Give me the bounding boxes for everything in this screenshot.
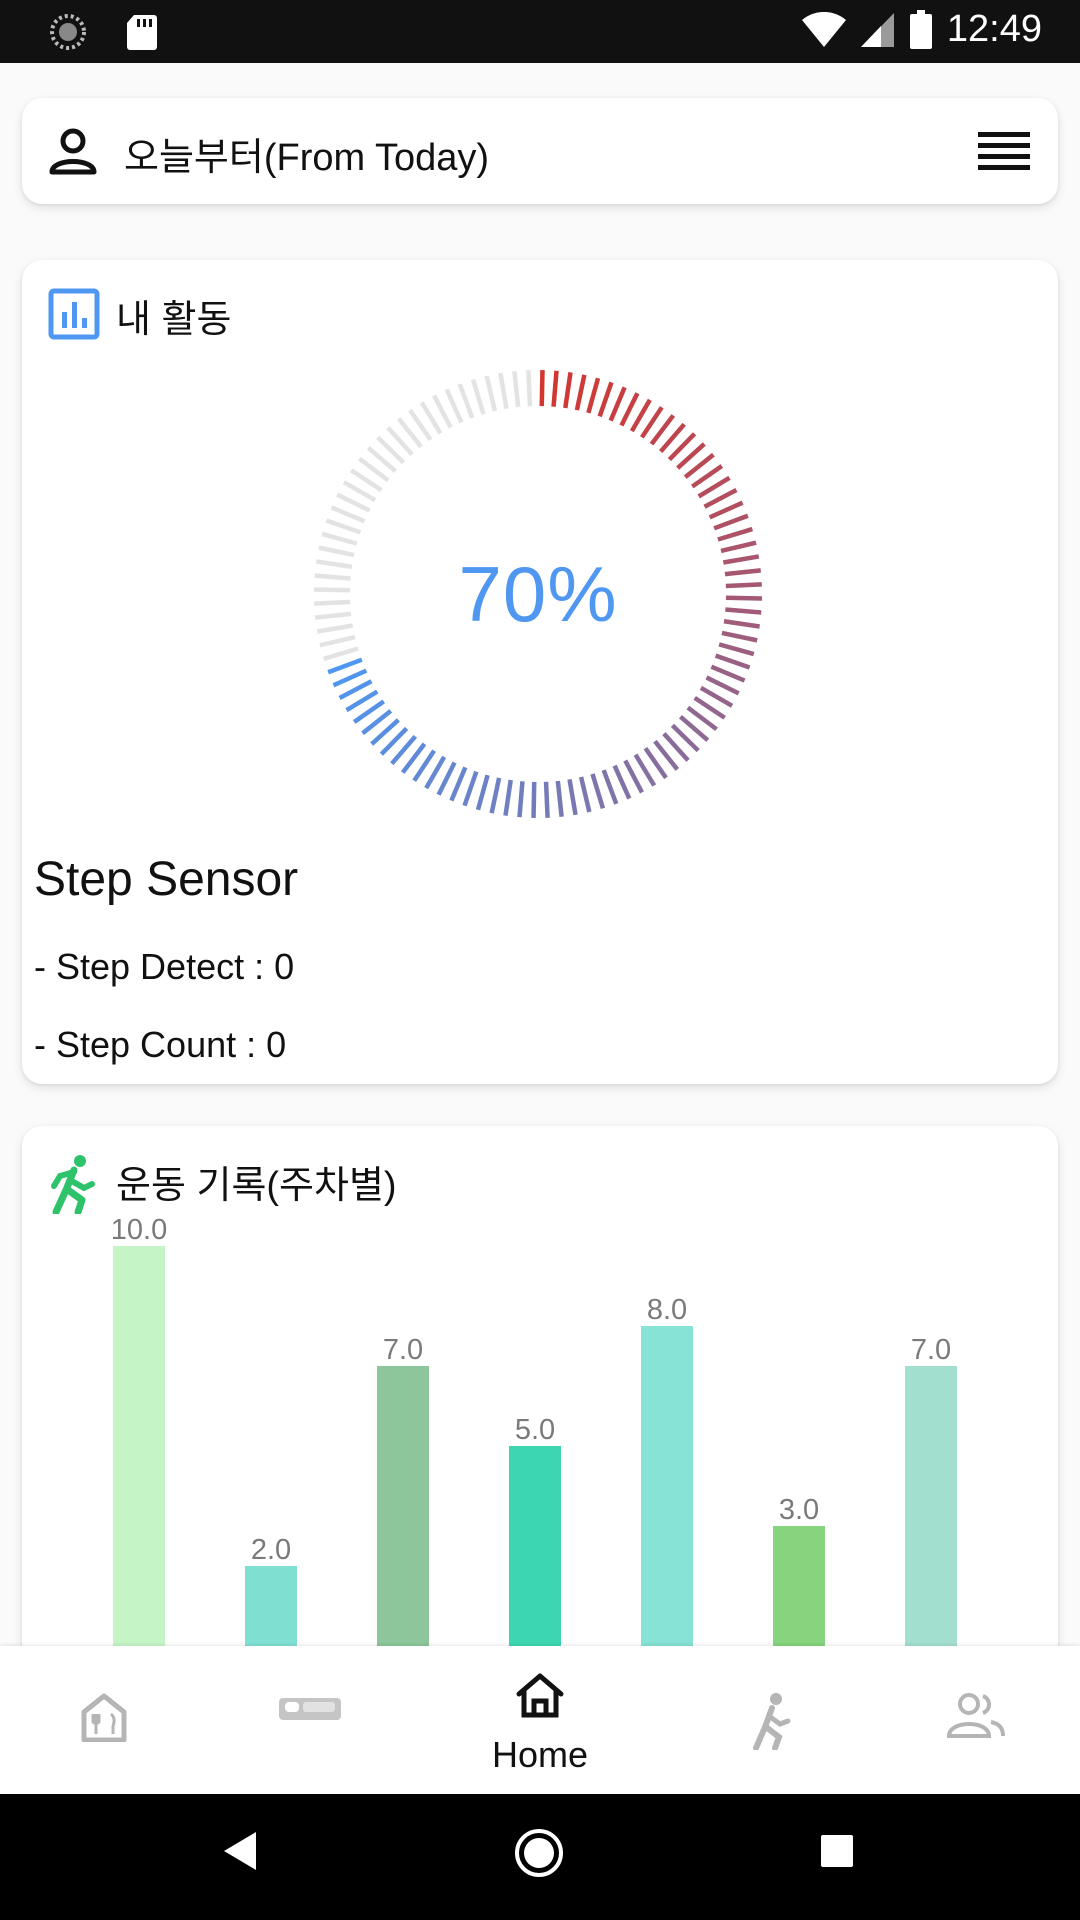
bed-icon bbox=[279, 1698, 341, 1720]
app-bar: 오늘부터(From Today) bbox=[22, 98, 1058, 204]
chart-bar bbox=[905, 1366, 957, 1646]
nav-item-home[interactable]: Home bbox=[460, 1646, 620, 1794]
people-icon bbox=[946, 1693, 1005, 1738]
sd-card-icon bbox=[127, 15, 157, 50]
status-bar: 12:49 bbox=[0, 0, 1080, 63]
chart-bar bbox=[509, 1446, 561, 1646]
system-nav-bar bbox=[0, 1794, 1080, 1920]
bar-value-label: 8.0 bbox=[647, 1294, 687, 1326]
signal-icon bbox=[860, 12, 894, 47]
chart-bar bbox=[245, 1566, 297, 1646]
status-right-icons: 12:49 bbox=[801, 8, 1042, 51]
step-detect-text: - Step Detect : 0 bbox=[34, 946, 295, 987]
nav-item-restaurant[interactable] bbox=[24, 1646, 184, 1794]
app-title: 오늘부터(From Today) bbox=[124, 137, 490, 179]
menu-icon[interactable] bbox=[978, 132, 1030, 172]
bar-chart-icon bbox=[48, 288, 100, 340]
bar-value-label: 5.0 bbox=[515, 1414, 555, 1446]
battery-icon bbox=[909, 9, 932, 49]
activity-title: 내 활동 bbox=[116, 299, 232, 341]
sync-icon bbox=[50, 14, 86, 50]
status-left-icons bbox=[48, 12, 158, 52]
user-icon[interactable] bbox=[48, 128, 98, 176]
activity-card: 내 활동 70% Step Sensor - Step Detect : 0 -… bbox=[22, 260, 1058, 1084]
progress-label: 70% bbox=[458, 549, 618, 638]
bar-value-label: 7.0 bbox=[911, 1334, 951, 1366]
status-time: 12:49 bbox=[946, 8, 1042, 50]
sensor-title: Step Sensor bbox=[34, 853, 299, 906]
wifi-icon bbox=[801, 11, 846, 47]
back-icon[interactable] bbox=[222, 1830, 258, 1872]
bar-value-label: 10.0 bbox=[111, 1214, 167, 1246]
step-count-text: - Step Count : 0 bbox=[34, 1024, 287, 1065]
nav-item-people[interactable] bbox=[896, 1646, 1056, 1794]
home-button-icon[interactable] bbox=[514, 1828, 564, 1878]
nav-item-bed[interactable] bbox=[230, 1646, 390, 1794]
walk-icon bbox=[753, 1693, 791, 1750]
chart-bar bbox=[773, 1526, 825, 1646]
recents-icon[interactable] bbox=[820, 1834, 854, 1868]
nav-item-walk[interactable] bbox=[690, 1646, 850, 1794]
restaurant-icon bbox=[81, 1693, 127, 1742]
nav-label-home: Home bbox=[491, 1734, 589, 1775]
chart-bar bbox=[641, 1326, 693, 1646]
home-icon bbox=[516, 1673, 564, 1718]
bar-value-label: 2.0 bbox=[251, 1534, 291, 1566]
exercise-card: 운동 기록(주차별) 10.0 2.0 7.0 5.0 8.0 3.0 7.0 bbox=[22, 1126, 1058, 1726]
exercise-bar-chart: 10.0 2.0 7.0 5.0 8.0 3.0 7.0 bbox=[111, 1214, 957, 1646]
bottom-nav: Home bbox=[0, 1646, 1080, 1794]
bar-value-label: 3.0 bbox=[779, 1494, 819, 1526]
chart-bar bbox=[377, 1366, 429, 1646]
chart-bar bbox=[113, 1246, 165, 1646]
bar-value-label: 7.0 bbox=[383, 1334, 423, 1366]
